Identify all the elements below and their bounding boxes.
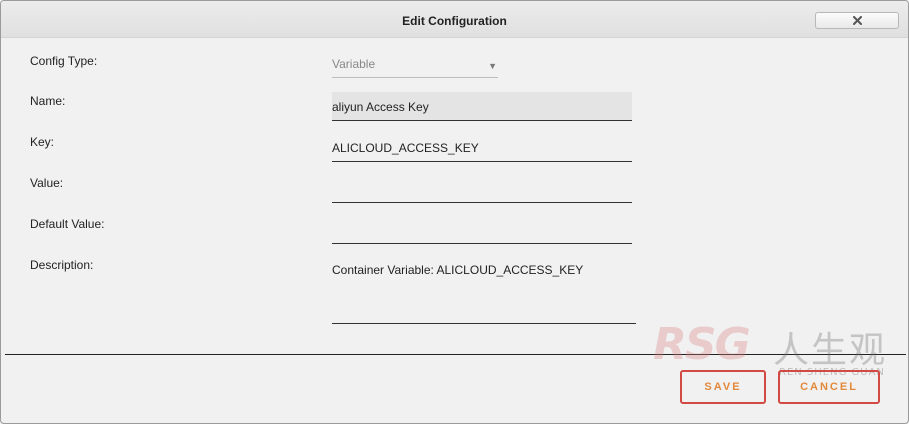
key-label: Key: <box>30 135 55 149</box>
cancel-button[interactable]: CANCEL <box>778 370 880 404</box>
watermark-chinese-text: 人生观 <box>773 330 888 371</box>
edit-configuration-dialog: Edit Configuration Config Type: Variable… <box>0 0 909 424</box>
config-type-value: Variable <box>332 57 376 71</box>
save-button[interactable]: SAVE <box>680 370 766 404</box>
description-field[interactable]: Container Variable: ALICLOUD_ACCESS_KEY <box>332 263 583 277</box>
default-value-label: Default Value: <box>30 217 105 231</box>
dialog-title: Edit Configuration <box>402 14 507 28</box>
config-type-select[interactable]: Variable ▼ <box>332 55 498 78</box>
description-underline <box>332 323 636 324</box>
name-field[interactable]: aliyun Access Key <box>332 92 632 121</box>
close-icon <box>852 16 862 25</box>
key-value: ALICLOUD_ACCESS_KEY <box>332 141 479 155</box>
watermark-logo: RSG <box>653 319 751 370</box>
name-label: Name: <box>30 94 66 108</box>
value-field[interactable] <box>332 174 632 203</box>
dialog-titlebar: Edit Configuration <box>1 1 908 38</box>
name-value: aliyun Access Key <box>332 100 429 114</box>
chevron-down-icon: ▼ <box>488 61 497 71</box>
value-label: Value: <box>30 176 64 190</box>
close-button[interactable] <box>815 12 899 29</box>
config-type-label: Config Type: <box>30 54 98 68</box>
description-label: Description: <box>30 258 94 272</box>
footer-divider <box>5 354 906 355</box>
key-field[interactable]: ALICLOUD_ACCESS_KEY <box>332 133 632 162</box>
default-value-field[interactable] <box>332 215 632 244</box>
